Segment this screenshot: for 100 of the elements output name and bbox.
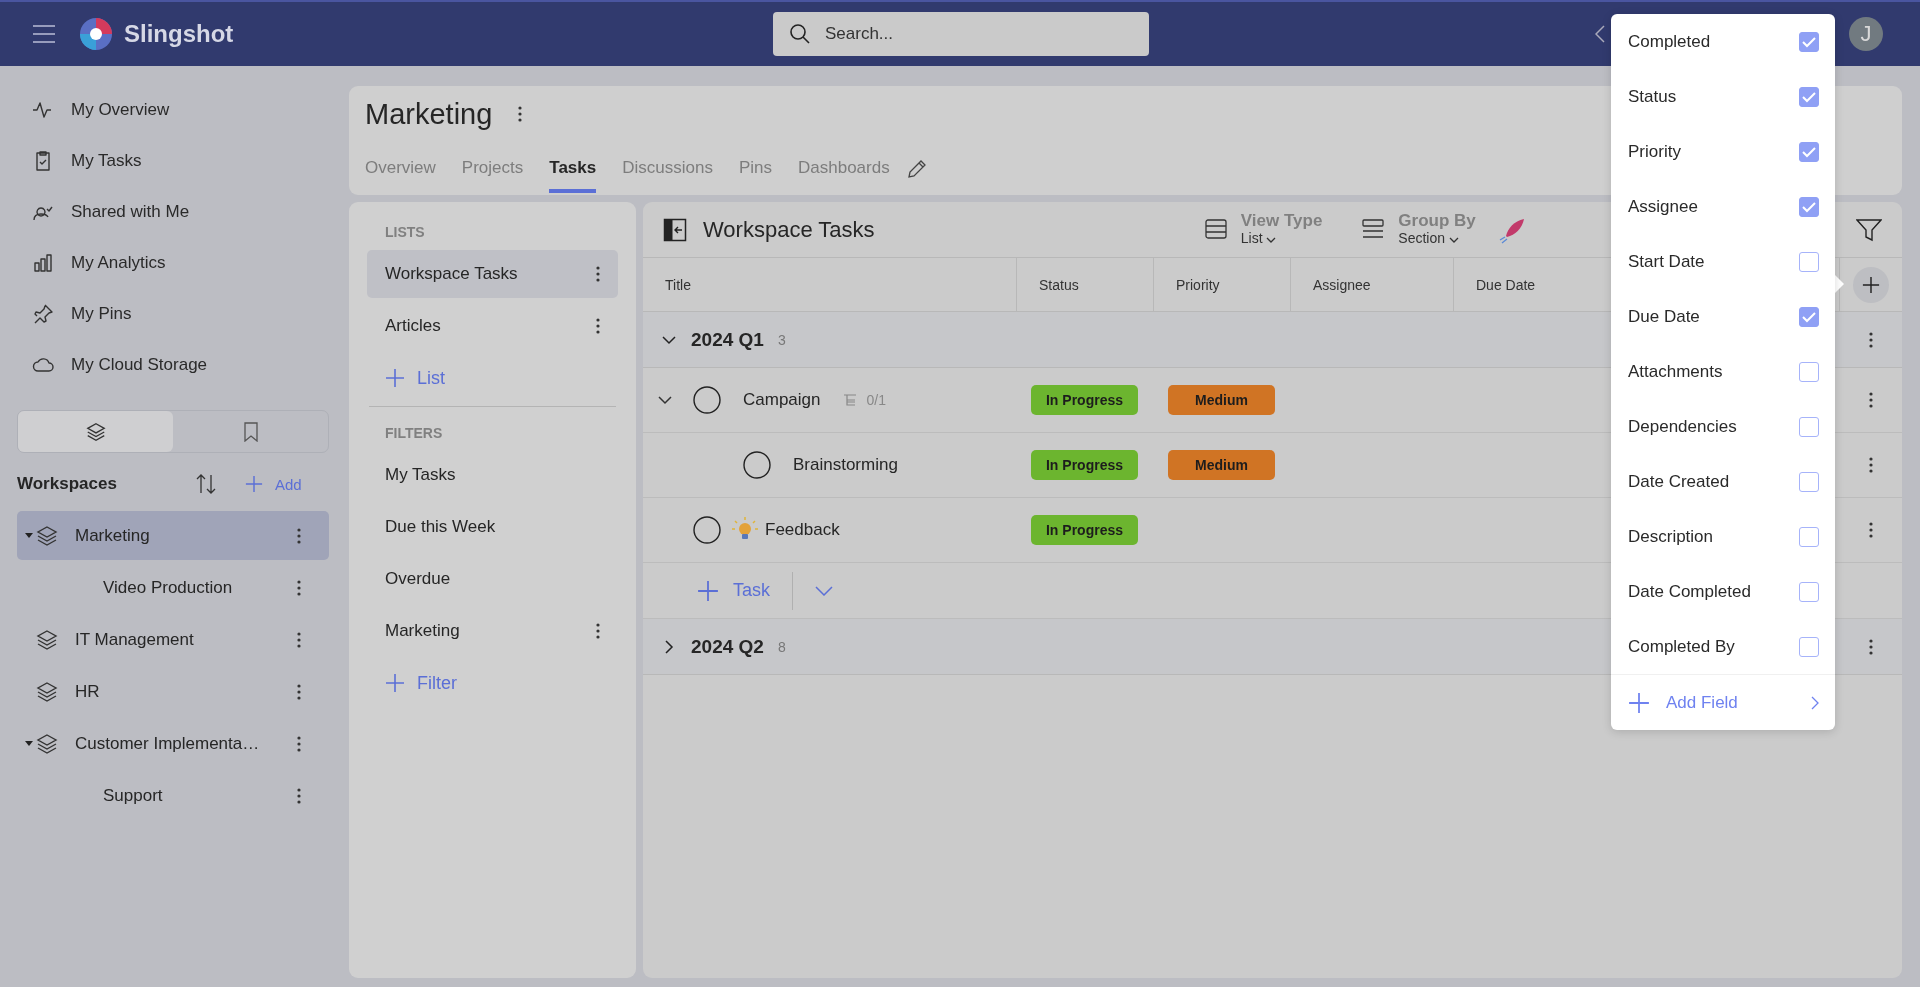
more-icon[interactable] [297, 579, 301, 596]
more-icon[interactable] [1869, 457, 1873, 473]
nav-item[interactable]: My Tasks [17, 135, 349, 186]
priority-badge[interactable]: Medium [1168, 385, 1275, 415]
filter-item[interactable]: Overdue [367, 555, 618, 603]
circle-icon[interactable] [693, 386, 721, 414]
more-icon[interactable] [1869, 331, 1873, 348]
checkbox[interactable] [1799, 471, 1819, 492]
nav-item[interactable]: My Pins [17, 288, 349, 339]
task-title[interactable]: Brainstorming [793, 455, 898, 475]
more-icon[interactable] [596, 623, 600, 639]
more-icon[interactable] [297, 631, 301, 648]
subtasks-icon [842, 393, 859, 407]
view-type-picker[interactable]: View Type List [1204, 212, 1323, 247]
subtask-count: 0/1 [866, 392, 886, 408]
nav-label: Shared with Me [71, 201, 190, 222]
field-name: Due Date [1628, 306, 1700, 327]
field-option[interactable]: Completed By [1611, 619, 1835, 674]
field-name: Completed By [1628, 636, 1735, 657]
checkbox[interactable] [1799, 196, 1819, 217]
more-icon[interactable] [297, 735, 301, 752]
list-item[interactable]: Articles [367, 302, 618, 350]
more-icon[interactable] [596, 266, 600, 282]
checkbox[interactable] [1799, 416, 1819, 437]
checkbox[interactable] [1799, 86, 1819, 107]
workspace-item[interactable]: HR [17, 667, 329, 716]
list-name: Articles [385, 316, 441, 336]
column-header[interactable]: Title [643, 258, 1017, 311]
workspace-name: Video Production [103, 577, 234, 598]
tab[interactable]: Tasks [549, 148, 597, 193]
nav-label: My Overview [71, 99, 170, 120]
collapse-panel-icon[interactable] [663, 217, 687, 242]
column-header[interactable]: Priority [1154, 258, 1291, 311]
status-badge[interactable]: In Progress [1031, 515, 1138, 545]
group-by-picker[interactable]: Group By Section [1362, 212, 1476, 247]
workspace-item[interactable]: Support [17, 771, 329, 820]
task-title[interactable]: Campaign [743, 390, 821, 410]
more-icon[interactable] [1869, 522, 1873, 538]
checkbox[interactable] [1799, 141, 1819, 162]
filter-name: Overdue [385, 569, 451, 589]
filter-item[interactable]: Marketing [367, 607, 618, 655]
filter-item[interactable]: Due this Week [367, 503, 618, 551]
field-option[interactable]: Attachments [1611, 344, 1835, 399]
list-title: Workspace Tasks [703, 216, 875, 243]
column-header[interactable]: Status [1017, 258, 1154, 311]
add-column-button[interactable] [1853, 266, 1889, 303]
checkbox[interactable] [1799, 581, 1819, 602]
workspace-item[interactable]: Marketing [17, 511, 329, 560]
workspace-item[interactable]: IT Management [17, 615, 329, 664]
more-icon[interactable] [1869, 638, 1873, 655]
filter-icon[interactable] [1856, 217, 1882, 242]
plus-icon [385, 368, 405, 388]
more-icon[interactable] [596, 318, 600, 334]
checkbox[interactable] [1799, 306, 1819, 327]
checkbox[interactable] [1799, 251, 1819, 272]
nav-label: My Cloud Storage [71, 354, 208, 375]
checkbox[interactable] [1799, 31, 1819, 52]
task-title[interactable]: Feedback [765, 520, 840, 540]
workspace-item[interactable]: Video Production [17, 563, 329, 612]
field-option[interactable]: Assignee [1611, 179, 1835, 234]
field-option[interactable]: Dependencies [1611, 399, 1835, 454]
more-icon[interactable] [518, 106, 523, 122]
nav-item[interactable]: My Cloud Storage [17, 339, 349, 390]
section-heading: LISTS [384, 223, 426, 242]
chevron-left-icon[interactable] [1595, 25, 1605, 43]
search-icon [789, 23, 811, 45]
field-option[interactable]: Date Created [1611, 454, 1835, 509]
column-header[interactable]: Assignee [1291, 258, 1454, 311]
more-icon[interactable] [297, 683, 301, 700]
filter-item[interactable]: My Tasks [367, 451, 618, 499]
list-item[interactable]: Workspace Tasks [367, 250, 618, 298]
more-icon[interactable] [1869, 392, 1873, 408]
field-option[interactable]: Status [1611, 69, 1835, 124]
field-option[interactable]: Priority [1611, 124, 1835, 179]
checkbox[interactable] [1799, 636, 1819, 657]
sort-icon[interactable] [195, 473, 217, 495]
checkbox[interactable] [1799, 361, 1819, 382]
priority-badge[interactable]: Medium [1168, 450, 1275, 480]
more-icon[interactable] [297, 527, 301, 544]
field-option[interactable]: Due Date [1611, 289, 1835, 344]
field-option[interactable]: Date Completed [1611, 564, 1835, 619]
search-field[interactable]: Search... [773, 12, 1149, 56]
menu-icon[interactable] [32, 25, 56, 43]
app-name: Slingshot [124, 20, 235, 48]
field-option[interactable]: Completed [1611, 14, 1835, 69]
checkbox[interactable] [1799, 526, 1819, 547]
field-option[interactable]: Start Date [1611, 234, 1835, 289]
nav-item[interactable]: Shared with Me [17, 186, 349, 237]
caret-icon[interactable] [25, 740, 33, 747]
circle-icon[interactable] [743, 451, 771, 479]
circle-icon[interactable] [693, 516, 721, 544]
workspace-item[interactable]: Customer Implementa… [17, 719, 329, 768]
status-badge[interactable]: In Progress [1031, 385, 1138, 415]
caret-icon[interactable] [25, 532, 33, 539]
nav-item[interactable]: My Overview [17, 84, 349, 135]
status-badge[interactable]: In Progress [1031, 450, 1138, 480]
field-option[interactable]: Description [1611, 509, 1835, 564]
chevron-down-icon[interactable] [815, 585, 833, 596]
more-icon[interactable] [297, 787, 301, 804]
nav-item[interactable]: My Analytics [17, 237, 349, 288]
